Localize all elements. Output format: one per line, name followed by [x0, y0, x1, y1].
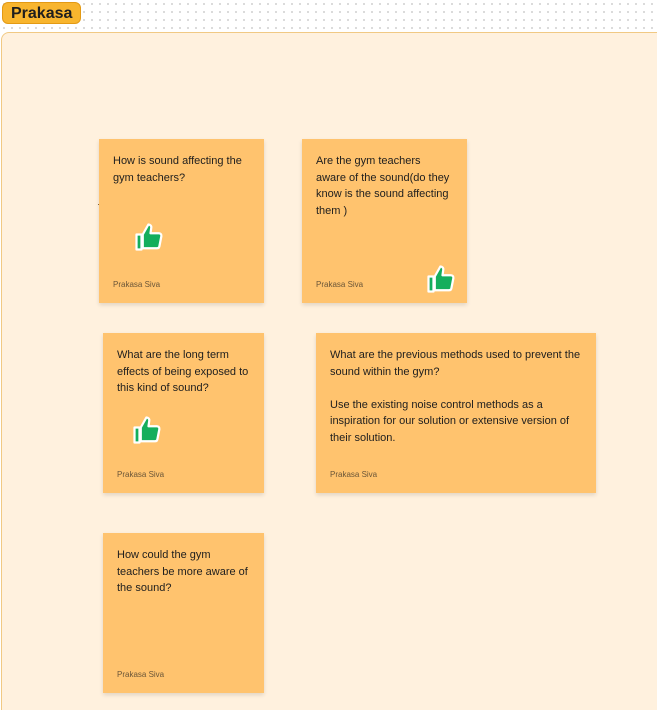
thumbs-up-icon[interactable]: [134, 222, 164, 252]
sticky-note-text: Are the gym teachers aware of the sound(…: [316, 155, 450, 217]
thumbs-up-icon[interactable]: [426, 264, 456, 294]
sticky-note-author: Prakasa Siva: [117, 470, 165, 479]
sticky-note-author: Prakasa Siva: [316, 280, 364, 289]
sticky-note[interactable]: What are the long term effects of being …: [103, 333, 264, 493]
section-title[interactable]: Prakasa: [2, 2, 82, 24]
sticky-note[interactable]: How is sound affecting the gym teachers?…: [99, 139, 264, 303]
sticky-note[interactable]: What are the previous methods used to pr…: [316, 333, 596, 493]
thumbs-up-icon[interactable]: [132, 415, 162, 445]
sticky-note-text: How could the gym teachers be more aware…: [117, 549, 248, 594]
sticky-note-text: What are the previous methods used to pr…: [330, 349, 581, 444]
sticky-note-text: How is sound affecting the gym teachers?: [113, 155, 242, 184]
sticky-note-text: What are the long term effects of being …: [117, 349, 249, 394]
sticky-note[interactable]: How could the gym teachers be more aware…: [103, 533, 264, 693]
sticky-note-author: Prakasa Siva: [330, 470, 378, 479]
sticky-note[interactable]: Are the gym teachers aware of the sound(…: [302, 139, 467, 303]
sticky-note-author: Prakasa Siva: [113, 280, 161, 289]
sticky-note-author: Prakasa Siva: [117, 670, 165, 679]
